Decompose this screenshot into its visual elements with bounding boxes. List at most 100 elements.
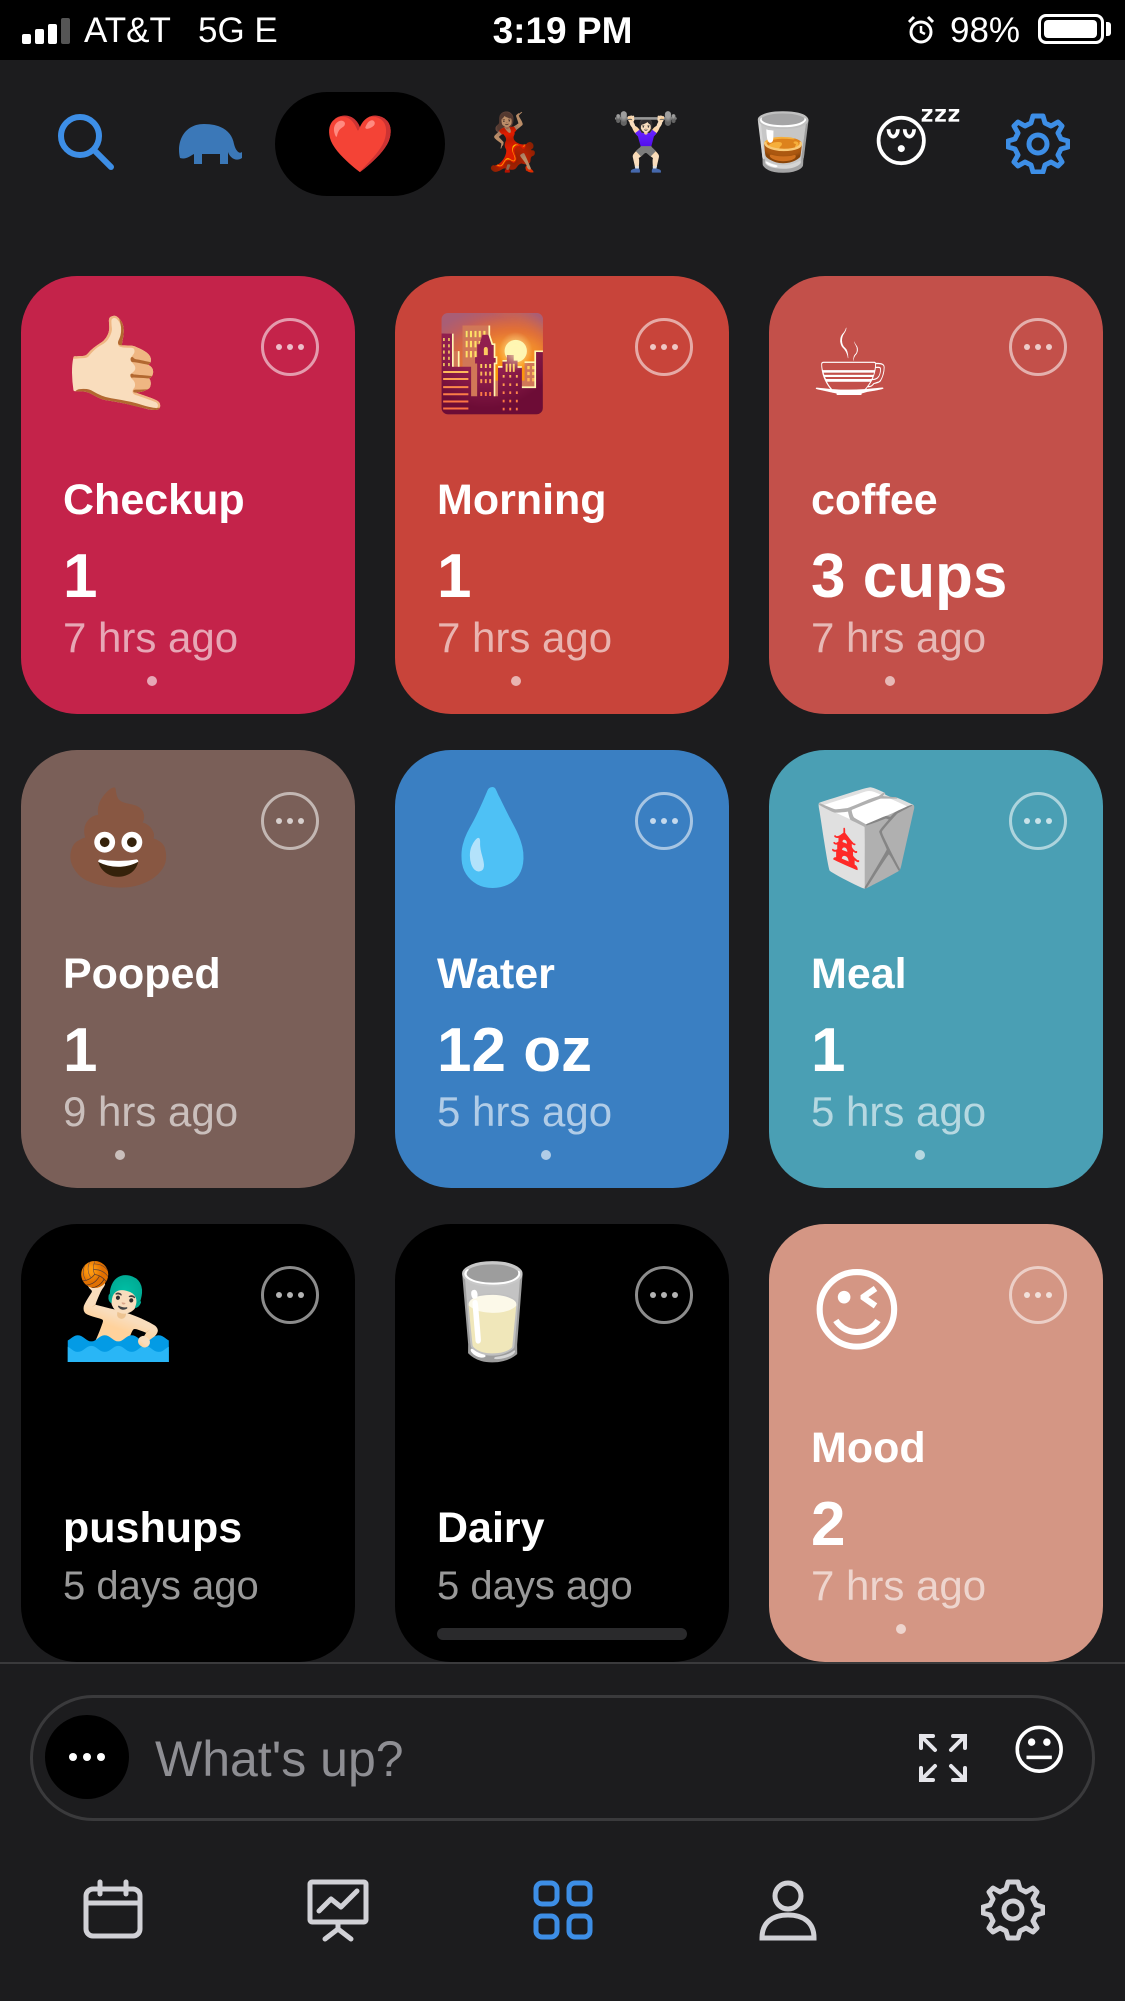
- card-meal[interactable]: 🥡 Meal 1 5 hrs ago: [769, 750, 1103, 1188]
- dancer-icon: 💃🏽: [477, 110, 547, 173]
- takeout-box-icon: 🥡: [809, 787, 924, 889]
- status-bar: AT&T 5G E 3:19 PM 98%: [0, 0, 1125, 60]
- card-checkup[interactable]: 🤙🏻 Checkup 1 7 hrs ago: [21, 276, 355, 714]
- card-value: 1: [811, 1016, 846, 1085]
- page-dot: [541, 1150, 551, 1160]
- card-title: coffee: [811, 476, 938, 524]
- category-whiskey[interactable]: 🥃: [733, 92, 833, 192]
- card-title: pushups: [63, 1504, 243, 1552]
- quick-entry-bar: 😐: [30, 1695, 1095, 1821]
- app-screen: AT&T 5G E 3:19 PM 98% ❤️: [0, 0, 1125, 2001]
- heart-icon: ❤️: [325, 112, 395, 175]
- card-time: 5 days ago: [437, 1564, 633, 1608]
- card-title: Morning: [437, 476, 607, 524]
- category-sleepy[interactable]: 😴: [867, 92, 967, 192]
- coffee-icon: ☕: [809, 313, 892, 415]
- neutral-face-button[interactable]: 😐: [1011, 1724, 1067, 1778]
- whiskey-icon: 🥃: [748, 110, 818, 173]
- card-time: 9 hrs ago: [63, 1088, 239, 1135]
- tab-bar: [0, 1870, 1125, 1970]
- divider: [0, 1662, 1125, 1664]
- weightlifter-icon: 🏋🏻‍♀️: [611, 110, 681, 173]
- card-pushups[interactable]: 🤽🏻‍♂️ pushups 5 days ago: [21, 1224, 355, 1662]
- more-icon[interactable]: [1009, 792, 1067, 850]
- search-icon: [58, 114, 114, 170]
- card-value: 1: [63, 542, 98, 611]
- page-dot: [915, 1150, 925, 1160]
- card-value: 1: [437, 542, 472, 611]
- battery-tip: [1106, 22, 1111, 36]
- more-icon[interactable]: [261, 318, 319, 376]
- home-indicator: [437, 1628, 687, 1640]
- page-dot: [511, 676, 521, 686]
- card-time: 5 hrs ago: [437, 1088, 613, 1135]
- tab-settings[interactable]: [973, 1870, 1053, 1950]
- alarm-icon: [907, 15, 935, 44]
- more-options-button[interactable]: [45, 1715, 129, 1799]
- water-drop-icon: 💧: [435, 787, 550, 889]
- milk-glass-icon: 🥛: [435, 1261, 550, 1363]
- page-dot: [147, 676, 157, 686]
- card-title: Checkup: [63, 476, 245, 524]
- card-value: 3 cups: [811, 542, 1008, 611]
- gear-icon: [981, 1879, 1045, 1941]
- more-icon[interactable]: [261, 792, 319, 850]
- category-elephant[interactable]: [158, 92, 258, 192]
- more-icon[interactable]: [635, 792, 693, 850]
- poop-icon: 💩: [61, 787, 176, 889]
- battery-percent: 98%: [950, 11, 1021, 50]
- card-value: 12 oz: [437, 1016, 593, 1085]
- tab-grid[interactable]: [523, 1870, 603, 1950]
- page-dot: [115, 1150, 125, 1160]
- person-icon: [759, 1880, 817, 1941]
- card-title: Water: [437, 950, 555, 998]
- tab-stats[interactable]: [298, 1870, 378, 1950]
- card-mood[interactable]: 😉 Mood 2 7 hrs ago: [769, 1224, 1103, 1662]
- card-time: 7 hrs ago: [811, 614, 987, 661]
- card-time: 7 hrs ago: [811, 1562, 987, 1609]
- category-weightlifter[interactable]: 🏋🏻‍♀️: [596, 92, 696, 192]
- category-heart[interactable]: ❤️: [275, 92, 445, 196]
- card-title: Pooped: [63, 950, 221, 998]
- card-coffee[interactable]: ☕ coffee 3 cups 7 hrs ago: [769, 276, 1103, 714]
- card-value: 2: [811, 1490, 846, 1559]
- card-title: Mood: [811, 1424, 926, 1472]
- whats-up-input[interactable]: [153, 1726, 717, 1792]
- sleepy-icon: 😴: [872, 110, 962, 173]
- chart-icon: [307, 1879, 369, 1942]
- more-icon[interactable]: [261, 1266, 319, 1324]
- hand-icon: 🤙🏻: [61, 313, 176, 415]
- water-polo-icon: 🤽🏻‍♂️: [61, 1261, 176, 1363]
- card-title: Dairy: [437, 1504, 545, 1552]
- card-time: 7 hrs ago: [63, 614, 239, 661]
- card-value: 1: [63, 1016, 98, 1085]
- sunset-city-icon: 🌇: [435, 313, 550, 415]
- page-dot: [896, 1624, 906, 1634]
- grid-icon: [533, 1880, 593, 1940]
- elephant-icon: [179, 124, 242, 164]
- card-time: 5 hrs ago: [811, 1088, 987, 1135]
- more-icon[interactable]: [635, 1266, 693, 1324]
- more-icon[interactable]: [1009, 318, 1067, 376]
- more-icon[interactable]: [1009, 1266, 1067, 1324]
- card-time: 5 days ago: [63, 1564, 259, 1608]
- more-icon[interactable]: [635, 318, 693, 376]
- card-dairy[interactable]: 🥛 Dairy 5 days ago: [395, 1224, 729, 1662]
- search-button[interactable]: [36, 92, 136, 192]
- card-water[interactable]: 💧 Water 12 oz 5 hrs ago: [395, 750, 729, 1188]
- gear-icon: [1006, 113, 1070, 174]
- card-pooped[interactable]: 💩 Pooped 1 9 hrs ago: [21, 750, 355, 1188]
- expand-icon[interactable]: [913, 1728, 973, 1788]
- card-title: Meal: [811, 950, 907, 998]
- top-settings-button[interactable]: [988, 92, 1088, 192]
- wink-face-icon: 😉: [809, 1261, 905, 1363]
- tab-profile[interactable]: [748, 1870, 828, 1950]
- page-dot: [885, 676, 895, 686]
- category-bar: ❤️ 💃🏽 🏋🏻‍♀️ 🥃 😴: [0, 60, 1125, 230]
- tab-calendar[interactable]: [73, 1870, 153, 1950]
- category-dancer[interactable]: 💃🏽: [462, 92, 562, 192]
- battery-icon: [1038, 14, 1104, 44]
- calendar-icon: [83, 1879, 143, 1939]
- card-time: 7 hrs ago: [437, 614, 613, 661]
- card-morning[interactable]: 🌇 Morning 1 7 hrs ago: [395, 276, 729, 714]
